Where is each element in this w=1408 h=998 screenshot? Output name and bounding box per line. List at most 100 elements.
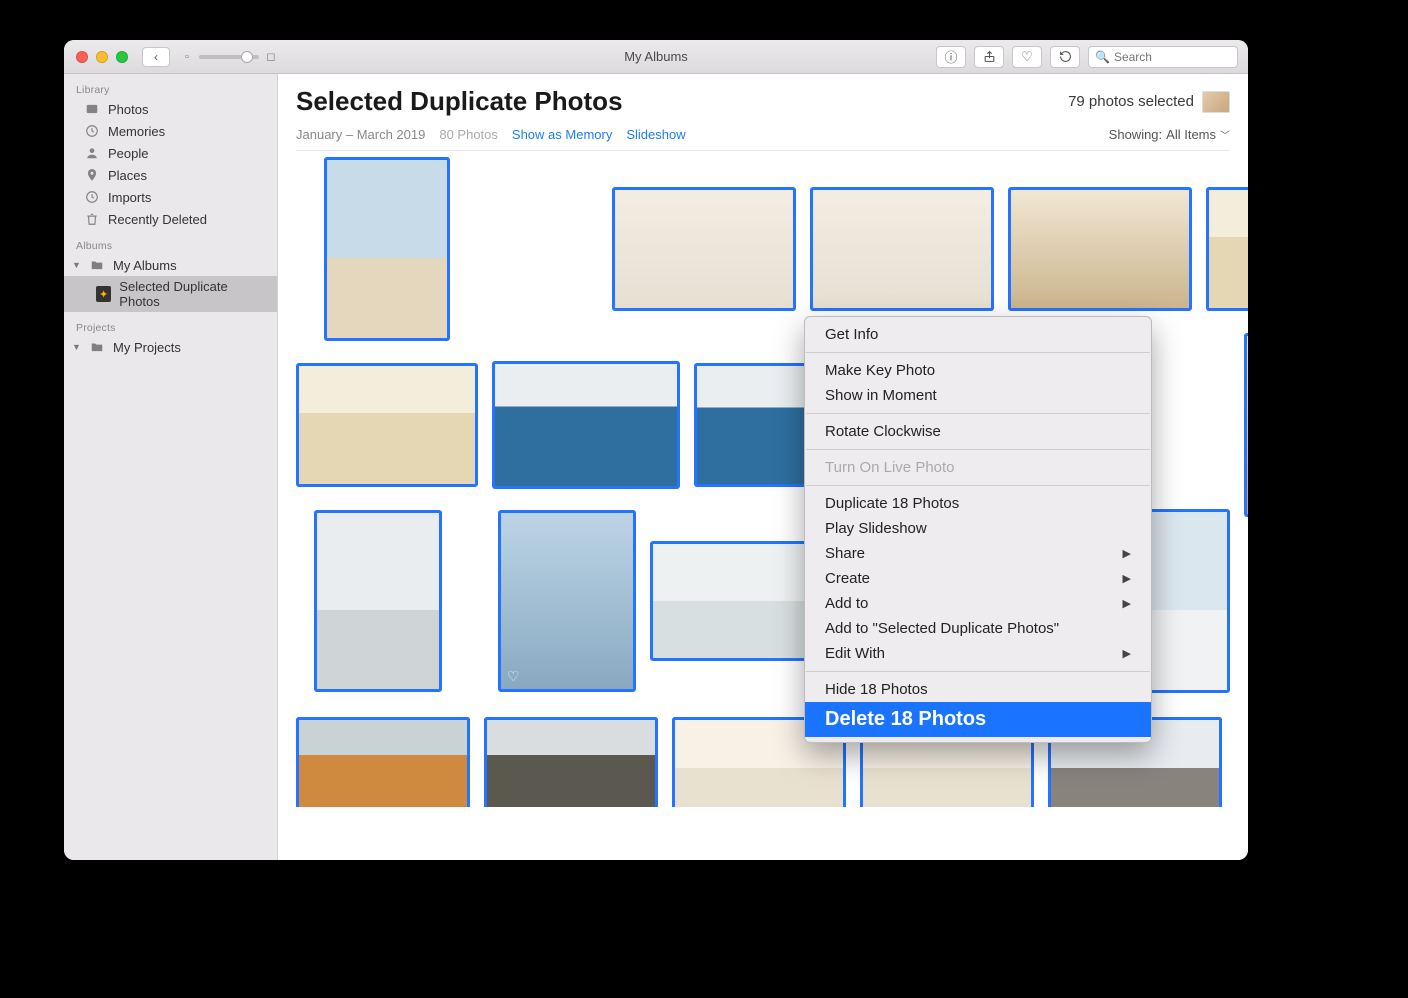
selection-status: 79 photos selected [1068,91,1230,113]
sidebar-item-my-albums[interactable]: ▼ My Albums [64,254,277,276]
disclosure-triangle-icon[interactable]: ▼ [72,342,81,352]
photo-thumbnail[interactable] [1244,333,1248,517]
folder-icon [89,339,105,355]
ctx-make-key-photo[interactable]: Make Key Photo [805,358,1151,383]
ctx-play-slideshow[interactable]: Play Slideshow [805,516,1151,541]
submenu-arrow-icon: ▶ [1123,547,1131,560]
info-icon: ⓘ [944,47,957,66]
sidebar-item-label: Recently Deleted [108,212,207,227]
menu-separator [806,449,1150,450]
ctx-duplicate[interactable]: Duplicate 18 Photos [805,491,1151,516]
ctx-show-in-moment[interactable]: Show in Moment [805,383,1151,408]
photo-count: 80 Photos [439,127,498,142]
sidebar-item-label: Selected Duplicate Photos [119,279,265,309]
photo-thumbnail[interactable]: ♡ [498,510,636,692]
sidebar-item-photos[interactable]: Photos [64,98,277,120]
sidebar-item-label: People [108,146,148,161]
sidebar-item-places[interactable]: Places [64,164,277,186]
sidebar-heading-albums: Albums [64,236,277,254]
zoom-out-icon[interactable]: ▫ [180,50,194,64]
sidebar-item-selected-duplicates[interactable]: ✦ Selected Duplicate Photos [64,276,277,312]
imports-icon [84,189,100,205]
ctx-edit-with[interactable]: Edit With▶ [805,641,1151,666]
chevron-left-icon: ‹ [154,50,158,64]
ctx-delete-photos[interactable]: Delete 18 Photos [805,702,1151,737]
selection-thumbnail [1202,91,1230,113]
back-button[interactable]: ‹ [142,47,170,67]
disclosure-triangle-icon[interactable]: ▼ [72,260,81,270]
submenu-arrow-icon: ▶ [1123,597,1131,610]
fullscreen-window-button[interactable] [116,51,128,63]
ctx-add-to[interactable]: Add to▶ [805,591,1151,616]
share-button[interactable] [974,46,1004,68]
people-icon [84,145,100,161]
submenu-arrow-icon: ▶ [1123,572,1131,585]
titlebar: ‹ ▫ ◻ My Albums ⓘ ♡ 🔍 [64,40,1248,74]
folder-icon [89,257,105,273]
search-field[interactable]: 🔍 [1088,46,1238,68]
selection-count: 79 photos selected [1068,93,1194,110]
menu-separator [806,352,1150,353]
zoom-in-icon[interactable]: ◻ [264,50,278,64]
submenu-arrow-icon: ▶ [1123,647,1131,660]
favorite-button[interactable]: ♡ [1012,46,1042,68]
album-icon: ✦ [96,286,111,302]
ctx-add-to-album[interactable]: Add to "Selected Duplicate Photos" [805,616,1151,641]
sidebar-item-recently-deleted[interactable]: Recently Deleted [64,208,277,230]
photo-thumbnail[interactable] [612,187,796,311]
ctx-rotate-clockwise[interactable]: Rotate Clockwise [805,419,1151,444]
sidebar-item-label: Places [108,168,147,183]
zoom-slider[interactable] [199,55,259,59]
sidebar-item-people[interactable]: People [64,142,277,164]
photo-thumbnail[interactable] [810,187,994,311]
ctx-create[interactable]: Create▶ [805,566,1151,591]
photo-thumbnail[interactable] [1008,187,1192,311]
heart-icon: ♡ [1021,49,1033,65]
window-controls [76,51,128,63]
photo-thumbnail[interactable] [492,361,680,489]
minimize-window-button[interactable] [96,51,108,63]
page-title: Selected Duplicate Photos [296,86,623,117]
photo-thumbnail[interactable] [296,717,470,807]
photo-thumbnail[interactable] [296,363,478,487]
content-header: Selected Duplicate Photos 79 photos sele… [278,74,1248,151]
ctx-get-info[interactable]: Get Info [805,322,1151,347]
zoom-control: ▫ ◻ [180,50,278,64]
sidebar-item-my-projects[interactable]: ▼ My Projects [64,336,277,358]
ctx-turn-on-live-photo: Turn On Live Photo [805,455,1151,480]
zoom-slider-knob[interactable] [241,51,253,63]
sidebar-item-label: Imports [108,190,151,205]
ctx-share[interactable]: Share▶ [805,541,1151,566]
show-as-memory-link[interactable]: Show as Memory [512,127,612,142]
photo-thumbnail[interactable] [484,717,658,807]
showing-label: Showing: [1109,127,1162,142]
photo-thumbnail[interactable] [650,541,830,661]
slideshow-link[interactable]: Slideshow [626,127,685,142]
date-range: January – March 2019 [296,127,425,142]
toolbar-right: ⓘ ♡ 🔍 [936,46,1238,68]
showing-value: All Items [1166,127,1216,142]
photos-icon [84,101,100,117]
rotate-button[interactable] [1050,46,1080,68]
close-window-button[interactable] [76,51,88,63]
search-icon: 🔍 [1095,50,1110,64]
app-window: ‹ ▫ ◻ My Albums ⓘ ♡ 🔍 Libra [64,40,1248,860]
favorite-badge-icon: ♡ [507,668,520,685]
photo-thumbnail[interactable] [314,510,442,692]
search-input[interactable] [1114,50,1231,64]
menu-separator [806,485,1150,486]
places-icon [84,167,100,183]
sidebar-item-label: My Projects [113,340,181,355]
sidebar-heading-library: Library [64,80,277,98]
memories-icon [84,123,100,139]
sidebar: Library Photos Memories People Places Im… [64,74,278,860]
sidebar-item-memories[interactable]: Memories [64,120,277,142]
info-button[interactable]: ⓘ [936,46,966,68]
sidebar-item-imports[interactable]: Imports [64,186,277,208]
sidebar-item-label: My Albums [113,258,177,273]
showing-filter[interactable]: Showing: All Items ﹀ [1109,127,1230,142]
chevron-down-icon: ﹀ [1220,127,1230,142]
photo-thumbnail[interactable] [1206,187,1248,311]
photo-thumbnail[interactable] [324,157,450,341]
ctx-hide-photos[interactable]: Hide 18 Photos [805,677,1151,702]
